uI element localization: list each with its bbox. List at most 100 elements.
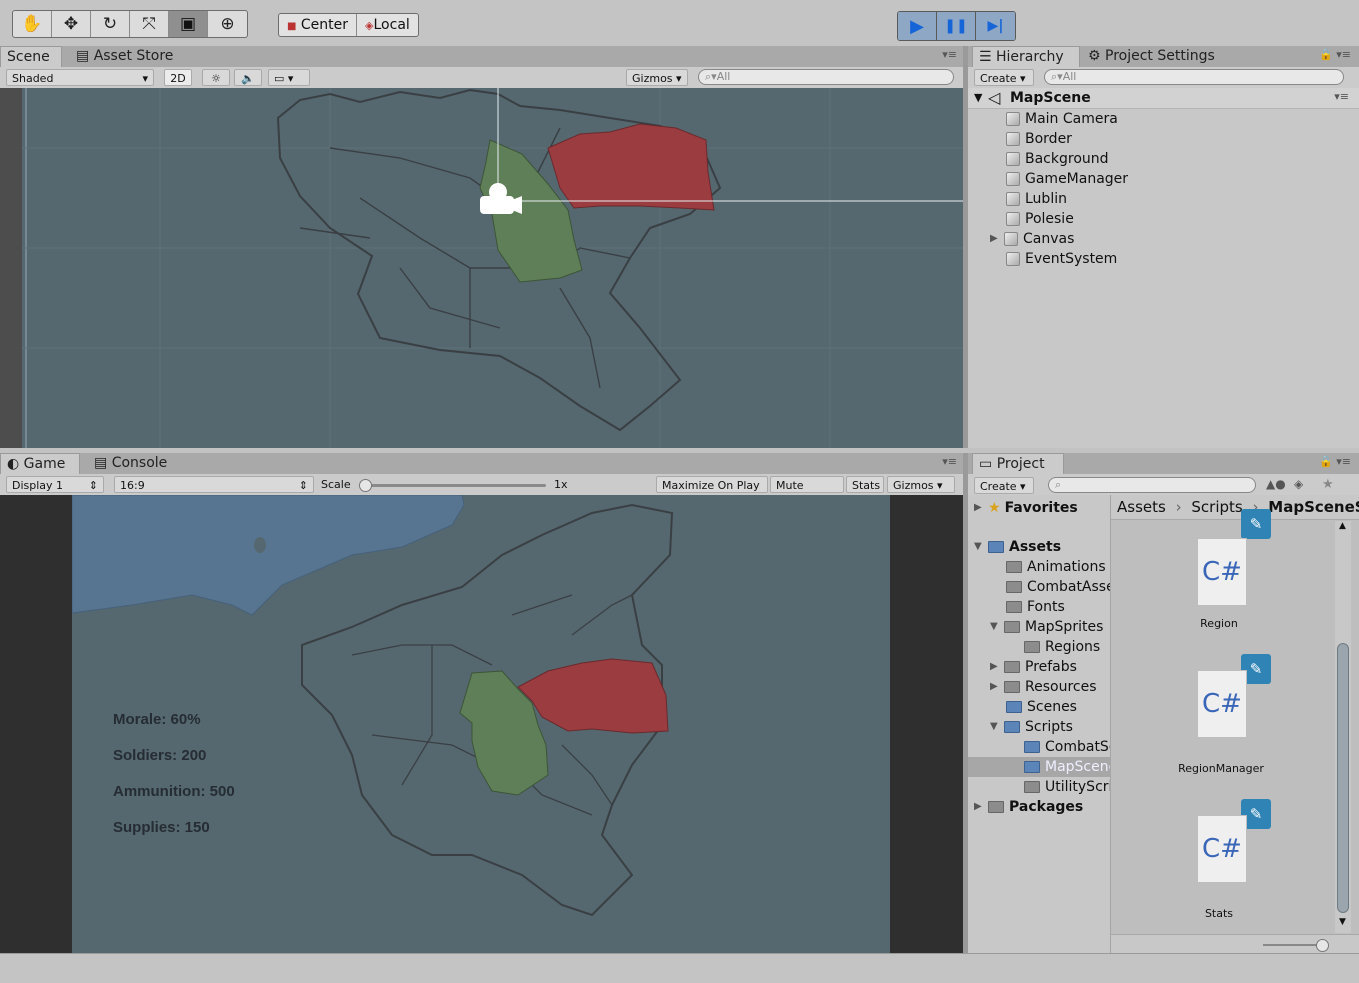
project-folder-row[interactable]: ▶ Prefabs <box>990 657 1077 677</box>
hierarchy-item[interactable]: GameManager <box>1006 169 1128 189</box>
expand-arrow-icon[interactable]: ▶ <box>990 677 1000 697</box>
breadcrumb-item[interactable]: Scripts <box>1191 498 1242 516</box>
scroll-up-icon[interactable]: ▲ <box>1339 521 1346 531</box>
icon-size-slider-track[interactable] <box>1263 944 1323 946</box>
expand-arrow-icon[interactable]: ▼ <box>974 91 982 104</box>
breadcrumb-item[interactable]: MapSceneScripts <box>1268 498 1359 516</box>
game-region-red[interactable] <box>517 658 669 734</box>
tab-project[interactable]: ▭ Project <box>972 453 1064 475</box>
tab-project-settings[interactable]: ⚙ Project Settings <box>1082 46 1221 67</box>
maximize-on-play-toggle[interactable]: Maximize On Play <box>656 476 768 493</box>
scene-search-input[interactable]: ⌕▾All <box>698 69 954 85</box>
mute-audio-toggle[interactable]: Mute Audio <box>770 476 844 509</box>
edit-pencil-icon[interactable]: ✎ <box>1241 509 1271 539</box>
project-folder-row[interactable]: ▼ Assets <box>974 537 1061 557</box>
favorite-star-icon[interactable]: ★ <box>1322 477 1334 492</box>
scrollbar-thumb[interactable] <box>1337 643 1349 913</box>
rotate-tool-icon[interactable]: ↻ <box>91 11 130 37</box>
scale-slider-track[interactable] <box>360 484 546 487</box>
project-folder-row[interactable]: Scenes <box>1006 697 1077 717</box>
store-icon: ▤ <box>76 48 90 64</box>
hierarchy-item[interactable]: Lublin <box>1006 189 1067 209</box>
scale-tool-icon[interactable]: ⤧ <box>130 11 169 37</box>
project-folder-row[interactable]: Regions <box>1024 637 1100 657</box>
project-folder-row[interactable]: ▶ Packages <box>974 797 1083 817</box>
hierarchy-item[interactable]: ▶ Canvas <box>990 229 1074 249</box>
expand-arrow-icon[interactable]: ▶ <box>990 657 1000 677</box>
project-create-dropdown[interactable]: Create ▾ <box>974 477 1034 494</box>
play-icon[interactable]: ▶ <box>898 12 937 40</box>
lock-menu-icon[interactable]: 🔒 ▾≡ <box>1319 48 1351 61</box>
gizmos-dropdown[interactable]: Gizmos ▾ <box>626 69 688 86</box>
lock-menu-icon[interactable]: 🔒 ▾≡ <box>1319 455 1351 468</box>
scene-view[interactable] <box>0 88 963 448</box>
panel-menu-icon[interactable]: ▾≡ <box>942 455 957 468</box>
folder-icon <box>1004 661 1020 673</box>
tab-asset-store[interactable]: ▤ Asset Store <box>70 46 179 67</box>
scene-row[interactable]: ▼ ◁ MapScene ▾≡ <box>968 88 1359 109</box>
asset-scrollbar[interactable]: ▲ ▼ <box>1335 521 1351 933</box>
breadcrumb-item[interactable]: Assets <box>1117 498 1166 516</box>
icon-size-slider-thumb[interactable] <box>1316 939 1329 952</box>
effects-dropdown[interactable]: ▭ ▾ <box>268 69 310 86</box>
scroll-down-icon[interactable]: ▼ <box>1339 917 1346 927</box>
project-folder-row-selected[interactable]: MapSceneScripts <box>1024 757 1110 777</box>
filter-type-icon[interactable]: ▲● <box>1266 477 1286 491</box>
rect-tool-icon[interactable]: ▣ <box>169 11 208 37</box>
tab-scene[interactable]: Scene <box>0 46 62 68</box>
expand-arrow-icon[interactable]: ▼ <box>990 617 1000 637</box>
project-folder-row[interactable]: CombatScripts <box>1024 737 1110 757</box>
pivot-toggles: ■ Center ◈Local <box>278 13 419 37</box>
tab-hierarchy[interactable]: ☰ Hierarchy <box>972 46 1080 68</box>
pivot-center-button[interactable]: ■ Center <box>279 14 358 36</box>
expand-arrow-icon[interactable]: ▶ <box>990 229 1000 249</box>
hierarchy-item[interactable]: Main Camera <box>1006 109 1118 129</box>
hierarchy-create-dropdown[interactable]: Create ▾ <box>974 69 1034 86</box>
aspect-dropdown[interactable]: 16:9 ⇕ <box>114 476 314 493</box>
hierarchy-item[interactable]: EventSystem <box>1006 249 1117 269</box>
expand-arrow-icon[interactable]: ▶ <box>974 797 984 817</box>
project-folder-row[interactable]: ▼ Scripts <box>990 717 1073 737</box>
move-tool-icon[interactable]: ✥ <box>52 11 91 37</box>
gameobject-icon <box>1004 232 1018 246</box>
project-folder-row[interactable]: ▼ MapSprites <box>990 617 1103 637</box>
expand-arrow-icon[interactable]: ▼ <box>990 717 1000 737</box>
audio-icon[interactable]: 🔈 <box>234 69 262 86</box>
favorites-row[interactable]: ▶ ★ Favorites <box>974 498 1078 518</box>
stepper-icon: ⇕ <box>88 479 98 492</box>
folder-icon <box>1006 561 1022 573</box>
tab-game[interactable]: ◐ Game <box>0 453 80 475</box>
project-folder-row[interactable]: CombatAssets <box>1006 577 1110 597</box>
hand-tool-icon[interactable]: ✋ <box>13 11 52 37</box>
project-folder-row[interactable]: UtilityScripts <box>1024 777 1110 797</box>
tab-console[interactable]: ▤ Console <box>88 453 173 474</box>
lighting-icon[interactable]: ☼ <box>202 69 230 86</box>
expand-arrow-icon[interactable]: ▼ <box>974 537 984 557</box>
sea-region <box>72 495 465 616</box>
transform-tool-icon[interactable]: ⊕ <box>208 11 247 37</box>
hierarchy-item[interactable]: Background <box>1006 149 1109 169</box>
display-dropdown[interactable]: Display 1 ⇕ <box>6 476 104 493</box>
csharp-script-icon: C# <box>1197 538 1247 606</box>
shading-dropdown[interactable]: Shaded ▾ <box>6 69 154 86</box>
game-gizmos-dropdown[interactable]: Gizmos ▾ <box>887 476 955 493</box>
filter-label-icon[interactable]: ◈ <box>1294 477 1303 491</box>
project-folder-row[interactable]: ▶ Resources <box>990 677 1097 697</box>
scale-slider-thumb[interactable] <box>359 479 372 492</box>
stats-toggle[interactable]: Stats <box>846 476 884 493</box>
project-search-input[interactable]: ⌕ <box>1048 477 1256 493</box>
region-red[interactable] <box>547 123 715 211</box>
panel-menu-icon[interactable]: ▾≡ <box>942 48 957 61</box>
hierarchy-item[interactable]: Border <box>1006 129 1072 149</box>
step-icon[interactable]: ▶| <box>976 12 1015 40</box>
scene-menu-icon[interactable]: ▾≡ <box>1334 90 1349 103</box>
expand-arrow-icon[interactable]: ▶ <box>974 498 984 518</box>
pivot-local-button[interactable]: ◈Local <box>357 14 418 36</box>
project-folder-row[interactable]: Fonts <box>1006 597 1065 617</box>
game-viewport[interactable]: Morale: 60% Soldiers: 200 Ammunition: 50… <box>72 495 890 953</box>
pause-icon[interactable]: ❚❚ <box>937 12 976 40</box>
mode-2d-toggle[interactable]: 2D <box>164 69 192 86</box>
hierarchy-item[interactable]: Polesie <box>1006 209 1074 229</box>
project-folder-row[interactable]: Animations <box>1006 557 1106 577</box>
hierarchy-search-input[interactable]: ⌕▾All <box>1044 69 1344 85</box>
